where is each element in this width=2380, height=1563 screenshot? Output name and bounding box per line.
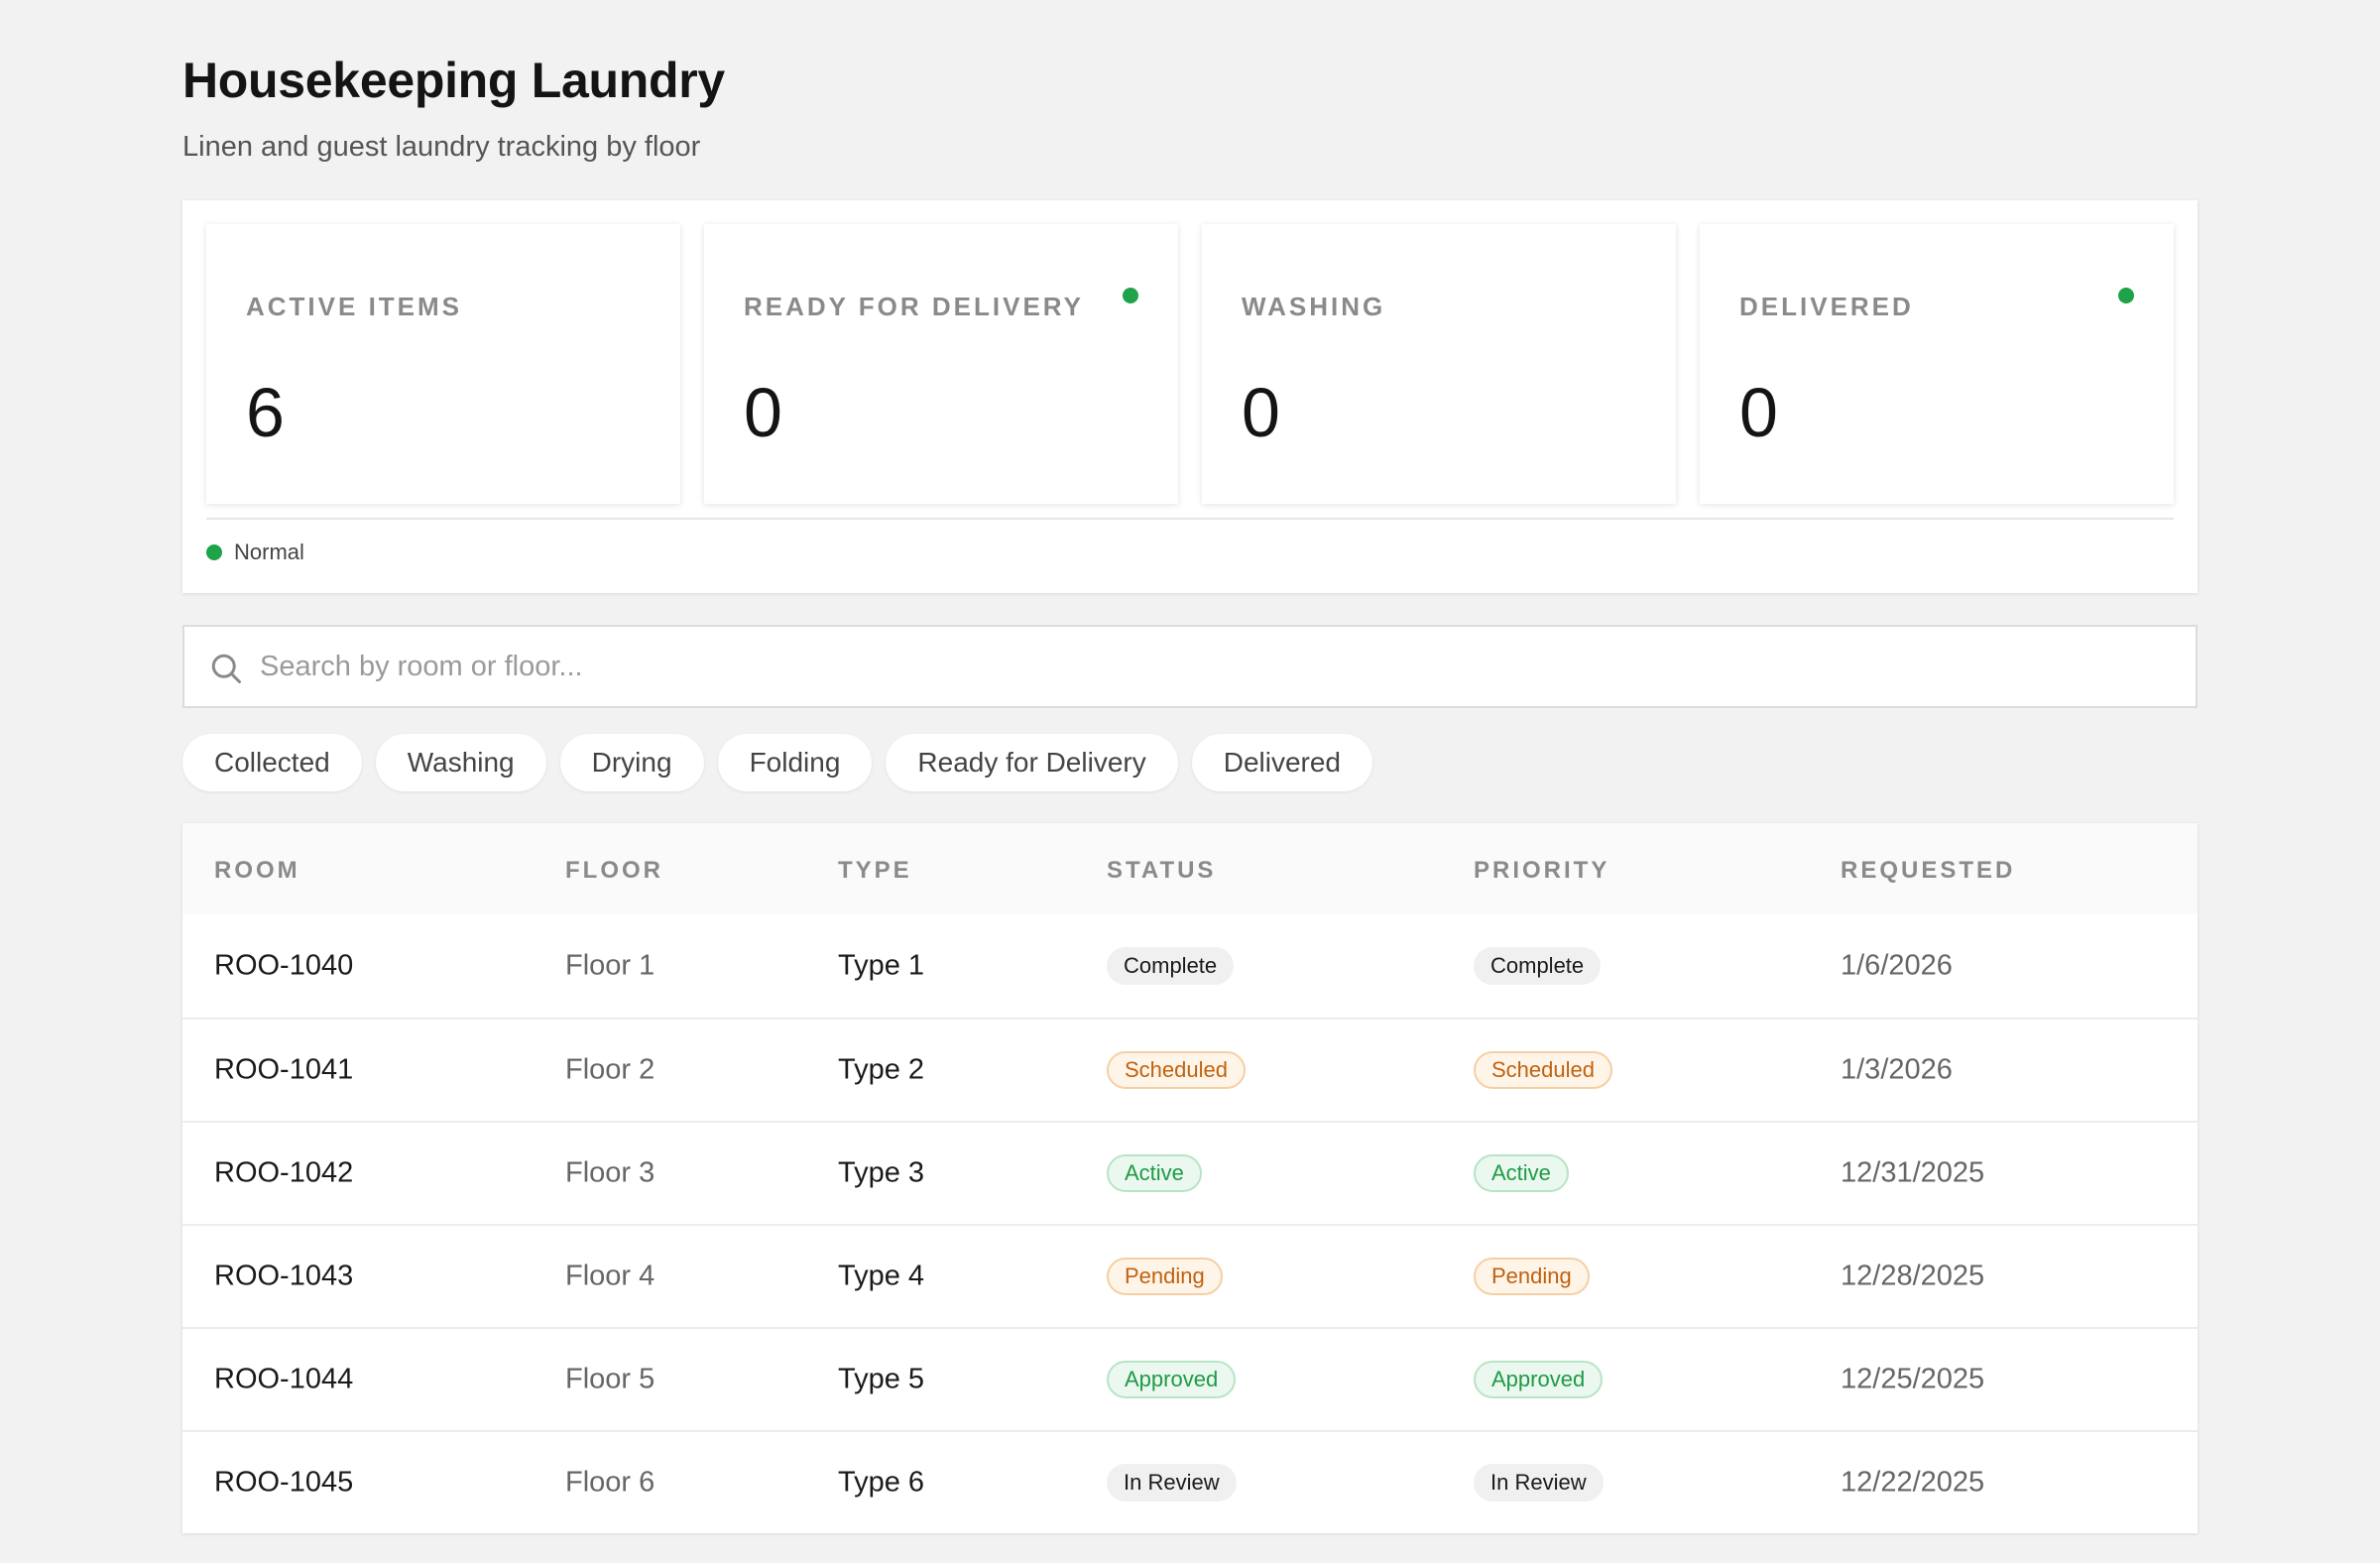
cell-requested: 12/31/2025 <box>1841 1156 1985 1189</box>
stat-card-delivered: DELIVERED 0 <box>1700 224 2174 504</box>
cell-type: Type 5 <box>838 1363 925 1395</box>
table-row[interactable]: ROO-1043 Floor 4 Type 4 Pending Pending … <box>182 1224 2198 1327</box>
cell-requested: 1/6/2026 <box>1841 949 1953 982</box>
table-row[interactable]: ROO-1042 Floor 3 Type 3 Active Active 12… <box>182 1121 2198 1224</box>
search-input[interactable] <box>260 627 2144 706</box>
cell-floor: Floor 5 <box>565 1363 655 1395</box>
status-badge: In Review <box>1107 1464 1237 1502</box>
cell-requested: 1/3/2026 <box>1841 1053 1953 1086</box>
filter-chip-washing[interactable]: Washing <box>375 734 546 791</box>
filter-chip-folding[interactable]: Folding <box>717 734 873 791</box>
stat-value: 0 <box>1739 374 1778 451</box>
priority-badge: In Review <box>1474 1464 1604 1502</box>
stat-label: WASHING <box>1242 292 1386 321</box>
legend-label: Normal <box>234 540 304 564</box>
stat-card-ready-for-delivery: READY FOR DELIVERY 0 <box>704 224 1178 504</box>
column-header-priority[interactable]: PRIORITY <box>1474 857 1609 885</box>
filter-chip-collected[interactable]: Collected <box>182 734 362 791</box>
table-row[interactable]: ROO-1044 Floor 5 Type 5 Approved Approve… <box>182 1327 2198 1430</box>
stats-divider <box>206 518 2174 520</box>
stat-value: 0 <box>744 374 782 451</box>
table-row[interactable]: ROO-1041 Floor 2 Type 2 Scheduled Schedu… <box>182 1018 2198 1121</box>
page-subtitle: Linen and guest laundry tracking by floo… <box>182 131 701 163</box>
stat-label: DELIVERED <box>1739 292 1914 321</box>
stat-value: 0 <box>1242 374 1280 451</box>
cell-type: Type 2 <box>838 1053 925 1086</box>
status-dot-icon <box>2118 288 2134 303</box>
cell-room: ROO-1045 <box>214 1466 354 1499</box>
priority-badge: Complete <box>1474 947 1602 985</box>
cell-floor: Floor 4 <box>565 1260 655 1292</box>
column-header-requested[interactable]: REQUESTED <box>1841 857 2015 885</box>
filter-chip-ready-for-delivery[interactable]: Ready for Delivery <box>886 734 1178 791</box>
column-header-room[interactable]: ROOM <box>214 857 300 885</box>
cell-type: Type 3 <box>838 1156 925 1189</box>
cell-type: Type 4 <box>838 1260 925 1292</box>
status-badge: Complete <box>1107 947 1235 985</box>
cell-type: Type 6 <box>838 1466 925 1499</box>
cell-requested: 12/22/2025 <box>1841 1466 1985 1499</box>
status-badge: Approved <box>1107 1361 1237 1398</box>
search-box <box>182 625 2198 708</box>
search-icon <box>211 654 241 683</box>
cell-room: ROO-1043 <box>214 1260 354 1292</box>
stat-card-active-items: ACTIVE ITEMS 6 <box>206 224 680 504</box>
table-row[interactable]: ROO-1040 Floor 1 Type 1 Complete Complet… <box>182 914 2198 1018</box>
column-header-type[interactable]: TYPE <box>838 857 912 885</box>
stat-label: ACTIVE ITEMS <box>246 292 463 321</box>
laundry-table: ROOM FLOOR TYPE STATUS PRIORITY REQUESTE… <box>182 823 2198 1533</box>
cell-requested: 12/25/2025 <box>1841 1363 1985 1395</box>
priority-badge: Active <box>1474 1154 1569 1192</box>
cell-room: ROO-1040 <box>214 949 354 982</box>
priority-badge: Approved <box>1474 1361 1604 1398</box>
stat-card-washing: WASHING 0 <box>1202 224 1676 504</box>
status-badge: Scheduled <box>1107 1051 1246 1089</box>
priority-badge: Pending <box>1474 1258 1590 1295</box>
filter-chip-delivered[interactable]: Delivered <box>1191 734 1372 791</box>
cell-room: ROO-1041 <box>214 1053 354 1086</box>
cell-room: ROO-1042 <box>214 1156 354 1189</box>
cell-type: Type 1 <box>838 949 925 982</box>
page-title: Housekeeping Laundry <box>182 53 725 108</box>
stat-label: READY FOR DELIVERY <box>744 292 1084 321</box>
filter-chip-drying[interactable]: Drying <box>559 734 704 791</box>
cell-floor: Floor 6 <box>565 1466 655 1499</box>
cell-floor: Floor 2 <box>565 1053 655 1086</box>
table-row[interactable]: ROO-1045 Floor 6 Type 6 In Review In Rev… <box>182 1430 2198 1533</box>
legend-dot-icon <box>206 544 222 560</box>
status-badge: Pending <box>1107 1258 1223 1295</box>
status-dot-icon <box>1123 288 1138 303</box>
priority-badge: Scheduled <box>1474 1051 1612 1089</box>
legend: Normal <box>206 540 304 565</box>
stats-panel: ACTIVE ITEMS 6 READY FOR DELIVERY 0 WASH… <box>182 200 2198 593</box>
filter-chips: Collected Washing Drying Folding Ready f… <box>182 734 1386 791</box>
table-header: ROOM FLOOR TYPE STATUS PRIORITY REQUESTE… <box>182 823 2198 914</box>
cell-floor: Floor 3 <box>565 1156 655 1189</box>
cell-requested: 12/28/2025 <box>1841 1260 1985 1292</box>
cell-room: ROO-1044 <box>214 1363 354 1395</box>
cell-floor: Floor 1 <box>565 949 655 982</box>
stat-value: 6 <box>246 374 285 451</box>
column-header-floor[interactable]: FLOOR <box>565 857 663 885</box>
column-header-status[interactable]: STATUS <box>1107 857 1216 885</box>
status-badge: Active <box>1107 1154 1202 1192</box>
